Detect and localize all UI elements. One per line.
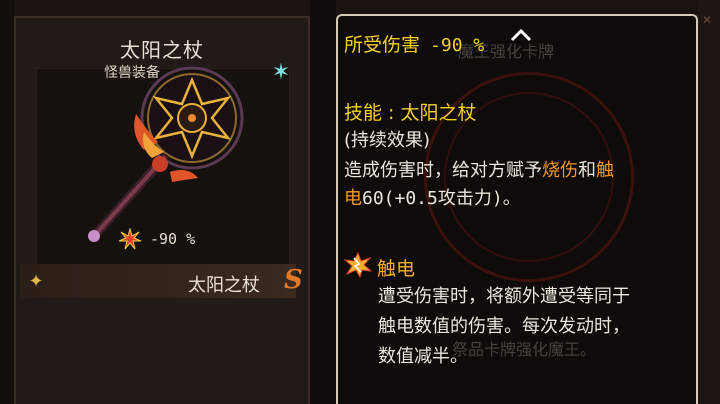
effect-type: (持续效果) [344,130,431,151]
damage-reduction-stat: -90 % [150,230,196,248]
sparkle-icon: ✦ [28,271,44,292]
card-name: 太阳之杖 [188,275,260,296]
burn-keyword[interactable]: 烧伤 [542,160,578,181]
chevron-up-icon[interactable] [508,26,534,44]
background-left [0,0,14,404]
shock-keyword-end[interactable]: 电 [344,188,362,209]
skill-prefix: 技能 : [344,102,401,124]
background-gap [310,0,336,404]
burst-icon [118,228,142,250]
rank-badge: S [284,265,303,295]
shock-status-title: 触电 [377,258,416,280]
sun-staff-icon [88,66,244,242]
damage-taken-label: 所受伤害 [344,34,421,56]
skill-desc-line-2: 电60(+0.5攻击力)。 [344,184,521,210]
desc-text: 和 [578,160,596,181]
desc-text: 造成伤害时，给对方赋予 [344,160,542,181]
shock-keyword[interactable]: 触 [596,160,614,181]
damage-taken-line: 所受伤害 -90 % [344,30,484,57]
background-right [698,0,720,404]
desc-value: 60(+0.5攻击力)。 [362,188,521,209]
card-title: 太阳之杖 [120,38,204,62]
star-icon: ✶ [271,60,291,85]
shock-icon [344,252,372,278]
skill-desc-line-1: 造成伤害时，给对方赋予烧伤和触 [344,156,614,182]
close-icon[interactable]: ✕ [702,14,714,26]
skill-heading: 技能 : 太阳之杖 [344,98,477,125]
skill-name: 太阳之杖 [400,102,477,124]
shock-desc-line-3: 数值减半。 [378,346,468,367]
shock-desc-line-2: 触电数值的伤害。每次发动时， [378,316,630,337]
watermark-bottom: 祭品卡牌强化魔王。 [452,340,597,359]
damage-taken-value: -90 % [430,35,485,56]
shock-desc-line-1: 遭受伤害时，将额外遭受等同于 [378,286,630,307]
